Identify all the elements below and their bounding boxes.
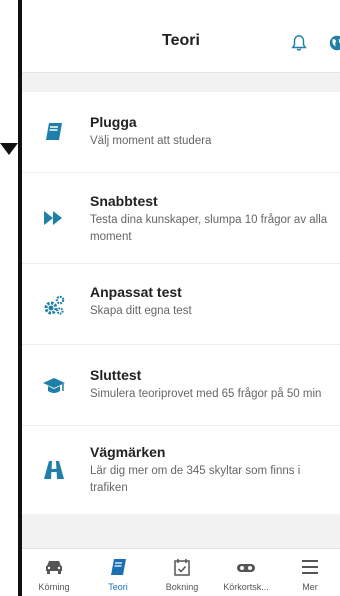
book-icon xyxy=(46,123,62,140)
item-description: Simulera teoriprovet med 65 frågor på 50… xyxy=(90,388,322,400)
list-item-sluttest[interactable]: Sluttest Simulera teoriprovet med 65 frå… xyxy=(22,345,340,426)
calendar-check-icon xyxy=(174,559,190,576)
item-description: Testa dina kunskaper, slumpa 10 frågor a… xyxy=(90,214,328,243)
road-icon xyxy=(44,461,64,479)
list-item-snabbtest[interactable]: Snabbtest Testa dina kunskaper, slumpa 1… xyxy=(22,173,340,264)
tab-label: Bokning xyxy=(165,582,199,592)
bell-icon[interactable] xyxy=(290,34,308,52)
globe-icon[interactable] xyxy=(328,34,340,52)
item-description: Lär dig mer om de 345 skyltar som finns … xyxy=(90,465,301,494)
item-title: Plugga xyxy=(90,114,137,130)
item-title: Snabbtest xyxy=(90,193,158,209)
bottom-tab-bar: Körning Teori Bokning Körkortsk... Mer xyxy=(22,548,340,596)
item-title: Anpassat test xyxy=(90,284,182,300)
list-item-anpassat-test[interactable]: Anpassat test Skapa ditt egna test xyxy=(22,264,340,345)
fast-forward-icon xyxy=(44,211,62,225)
app-header: Teori xyxy=(22,0,340,73)
list-item-plugga[interactable]: Plugga Välj moment att studera xyxy=(22,92,340,173)
tab-teori[interactable]: Teori xyxy=(86,549,150,596)
item-description: Välj moment att studera xyxy=(90,135,212,147)
tab-label: Mer xyxy=(302,582,318,592)
item-title: Vägmärken xyxy=(90,444,166,460)
graduation-cap-icon xyxy=(43,378,65,393)
book-icon xyxy=(111,559,126,575)
tab-label: Körning xyxy=(38,582,70,592)
glasses-icon xyxy=(237,564,255,572)
tab-mer[interactable]: Mer xyxy=(278,549,340,596)
tab-bokning[interactable]: Bokning xyxy=(150,549,214,596)
menu-list: Plugga Välj moment att studera Snabbtest… xyxy=(22,92,340,514)
item-title: Sluttest xyxy=(90,367,142,383)
app-screen: Teori Plugga Välj moment att studera Sna… xyxy=(22,0,340,596)
list-item-vagmarken[interactable]: Vägmärken Lär dig mer om de 345 skyltar … xyxy=(22,426,340,514)
tab-label: Teori xyxy=(108,582,128,592)
tab-korning[interactable]: Körning xyxy=(22,549,86,596)
car-icon xyxy=(46,561,62,574)
gears-icon xyxy=(44,295,65,315)
menu-icon xyxy=(302,560,318,574)
tab-korkortsk[interactable]: Körkortsk... xyxy=(214,549,278,596)
arrow-head-icon xyxy=(0,143,18,155)
tab-label: Körkortsk... xyxy=(223,582,269,592)
item-description: Skapa ditt egna test xyxy=(90,305,192,317)
